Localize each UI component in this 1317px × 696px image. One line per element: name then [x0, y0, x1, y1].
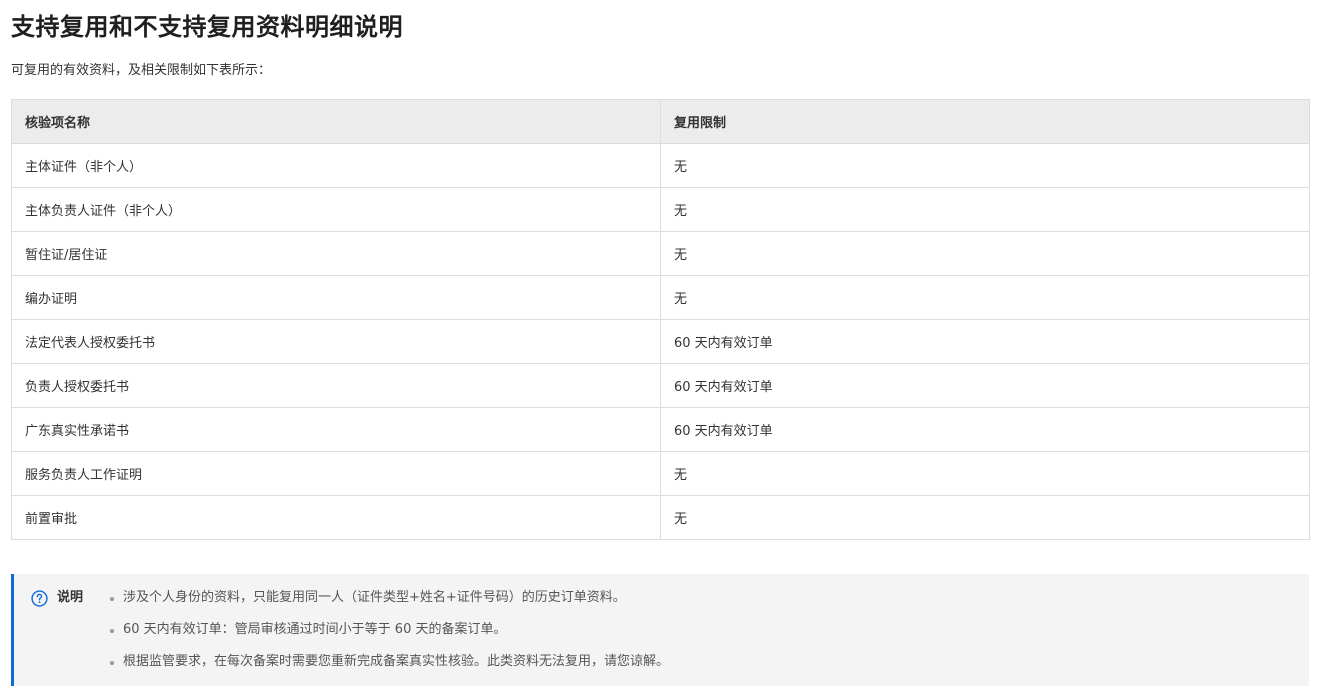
- note-item: 根据监管要求，在每次备案时需要您重新完成备案真实性核验。此类资料无法复用，请您谅…: [108, 652, 669, 684]
- cell-item-name: 前置审批: [11, 495, 661, 540]
- table-row: 主体负责人证件（非个人） 无: [11, 187, 1310, 232]
- question-circle-icon: [31, 589, 48, 607]
- note-list: 涉及个人身份的资料，只能复用同一人（证件类型+姓名+证件号码）的历史订单资料。 …: [108, 588, 669, 684]
- cell-item-name: 广东真实性承诺书: [11, 407, 661, 452]
- table-row: 前置审批 无: [11, 495, 1310, 540]
- table-row: 主体证件（非个人） 无: [11, 143, 1310, 188]
- reuse-table: 核验项名称 复用限制 主体证件（非个人） 无 主体负责人证件（非个人） 无 暂住…: [11, 99, 1310, 540]
- cell-reuse-limit: 60 天内有效订单: [660, 407, 1310, 452]
- cell-item-name: 编办证明: [11, 275, 661, 320]
- note-header: 说明: [31, 589, 83, 607]
- cell-item-name: 主体负责人证件（非个人）: [11, 187, 661, 232]
- note-item: 60 天内有效订单：管局审核通过时间小于等于 60 天的备案订单。: [108, 620, 669, 652]
- cell-item-name: 暂住证/居住证: [11, 231, 661, 276]
- table-row: 暂住证/居住证 无: [11, 231, 1310, 276]
- page: 支持复用和不支持复用资料明细说明 可复用的有效资料，及相关限制如下表所示： 核验…: [0, 0, 1317, 696]
- table-row: 广东真实性承诺书 60 天内有效订单: [11, 407, 1310, 452]
- note-item: 涉及个人身份的资料，只能复用同一人（证件类型+姓名+证件号码）的历史订单资料。: [108, 588, 669, 620]
- cell-item-name: 法定代表人授权委托书: [11, 319, 661, 364]
- cell-reuse-limit: 60 天内有效订单: [660, 319, 1310, 364]
- cell-reuse-limit: 无: [660, 143, 1310, 188]
- table-row: 服务负责人工作证明 无: [11, 451, 1310, 496]
- note-label: 说明: [57, 590, 84, 605]
- cell-item-name: 主体证件（非个人）: [11, 143, 661, 188]
- cell-item-name: 负责人授权委托书: [11, 363, 661, 408]
- table-header-row: 核验项名称 复用限制: [11, 99, 1310, 144]
- intro-text: 可复用的有效资料，及相关限制如下表所示：: [11, 63, 272, 78]
- table-row: 编办证明 无: [11, 275, 1310, 320]
- cell-reuse-limit: 无: [660, 451, 1310, 496]
- table-row: 法定代表人授权委托书 60 天内有效订单: [11, 319, 1310, 364]
- table-row: 负责人授权委托书 60 天内有效订单: [11, 363, 1310, 408]
- cell-reuse-limit: 无: [660, 231, 1310, 276]
- column-header-item-name: 核验项名称: [11, 99, 661, 144]
- column-header-reuse-limit: 复用限制: [660, 99, 1310, 144]
- cell-reuse-limit: 无: [660, 187, 1310, 232]
- note-callout: 说明 涉及个人身份的资料，只能复用同一人（证件类型+姓名+证件号码）的历史订单资…: [11, 574, 1309, 686]
- page-title: 支持复用和不支持复用资料明细说明: [11, 13, 403, 41]
- cell-reuse-limit: 无: [660, 495, 1310, 540]
- cell-reuse-limit: 60 天内有效订单: [660, 363, 1310, 408]
- cell-item-name: 服务负责人工作证明: [11, 451, 661, 496]
- cell-reuse-limit: 无: [660, 275, 1310, 320]
